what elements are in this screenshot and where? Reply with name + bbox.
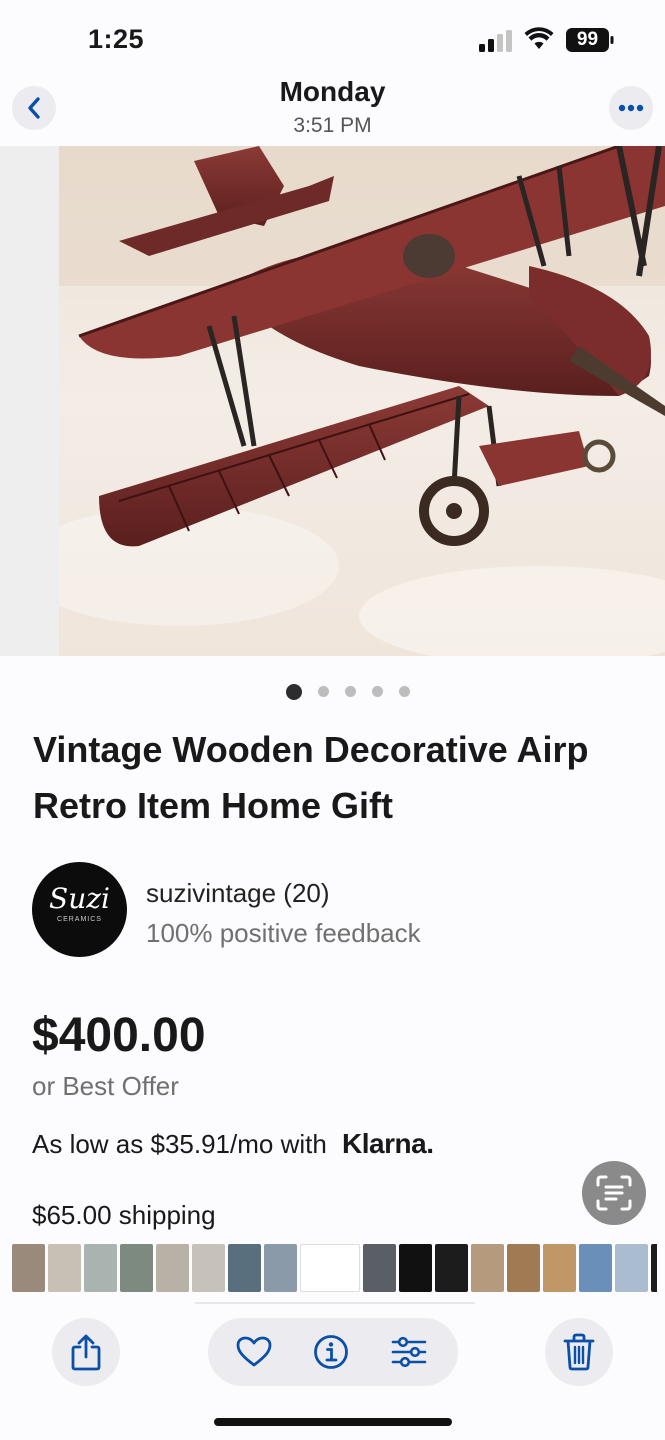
bottom-toolbar <box>0 1300 665 1410</box>
adjust-button[interactable] <box>391 1334 427 1370</box>
more-button[interactable] <box>609 86 653 130</box>
ellipsis-icon <box>618 104 644 112</box>
photo-header: Monday 3:51 PM <box>0 70 665 146</box>
klarna-text: As low as $35.91/mo with <box>32 1129 327 1159</box>
product-image[interactable] <box>0 146 665 656</box>
shipping-cost: $65.00 shipping <box>32 1200 216 1230</box>
image-pager[interactable] <box>0 684 665 700</box>
cellular-signal-icon <box>479 30 512 52</box>
thumbnail[interactable] <box>579 1244 612 1292</box>
thumbnail[interactable] <box>120 1244 153 1292</box>
pager-dot-1[interactable] <box>285 684 302 700</box>
thumbnail[interactable] <box>84 1244 117 1292</box>
status-bar: 1:25 99 <box>0 0 665 70</box>
listing-title: Vintage Wooden Decorative Airp Retro Ite… <box>33 722 665 834</box>
thumbnail[interactable] <box>507 1244 540 1292</box>
status-time: 1:25 <box>88 24 145 54</box>
heart-icon <box>236 1336 272 1367</box>
thumbnail[interactable] <box>471 1244 504 1292</box>
thumbnail[interactable] <box>156 1244 189 1292</box>
thumbnail[interactable] <box>12 1244 45 1292</box>
text-scan-icon <box>596 1175 632 1211</box>
share-button[interactable] <box>52 1318 120 1386</box>
thumbnail[interactable] <box>615 1244 648 1292</box>
thumbnail[interactable] <box>363 1244 396 1292</box>
live-text-button[interactable] <box>582 1161 646 1225</box>
avatar-logo-script: Suzi <box>49 882 110 915</box>
thumbnail-strip[interactable] <box>12 1244 657 1292</box>
price: $400.00 <box>32 1009 206 1062</box>
best-offer-label: or Best Offer <box>32 1071 179 1101</box>
sliders-icon <box>391 1336 427 1368</box>
pager-dot-2[interactable] <box>317 686 329 697</box>
thumbnail[interactable] <box>651 1244 657 1292</box>
header-title: Monday <box>279 76 386 107</box>
listing-title-line-1: Vintage Wooden Decorative Airp <box>33 729 589 770</box>
trash-icon <box>563 1333 595 1371</box>
pager-dot-5[interactable] <box>398 686 410 697</box>
battery-level: 99 <box>576 29 599 50</box>
thumbnail[interactable] <box>264 1244 297 1292</box>
thumbnail[interactable] <box>543 1244 576 1292</box>
thumbnail[interactable] <box>399 1244 432 1292</box>
action-pill <box>208 1318 458 1386</box>
wifi-icon <box>524 27 554 49</box>
pager-dot-3[interactable] <box>344 686 356 697</box>
seller-avatar[interactable]: Suzi CERAMICS <box>32 862 127 957</box>
thumbnail-current[interactable] <box>300 1244 360 1292</box>
delete-button[interactable] <box>545 1318 613 1386</box>
pager-dot-4[interactable] <box>371 686 383 697</box>
info-icon <box>314 1335 348 1369</box>
seller-feedback: 100% positive feedback <box>146 918 421 948</box>
thumbnail[interactable] <box>228 1244 261 1292</box>
info-button[interactable] <box>313 1334 349 1370</box>
avatar-logo-subtext: CERAMICS <box>57 916 102 923</box>
thumbnail[interactable] <box>48 1244 81 1292</box>
klarna-financing[interactable]: As low as $35.91/mo with Klarna. <box>32 1128 434 1160</box>
thumbnail[interactable] <box>192 1244 225 1292</box>
home-indicator[interactable] <box>214 1418 452 1426</box>
seller-name[interactable]: suzivintage (20) <box>146 878 330 909</box>
thumbnail[interactable] <box>435 1244 468 1292</box>
battery-indicator: 99 <box>566 28 614 52</box>
share-icon <box>71 1334 101 1371</box>
favorite-button[interactable] <box>236 1334 272 1370</box>
biplane-photo <box>59 146 665 656</box>
listing-title-line-2: Retro Item Home Gift <box>33 785 394 826</box>
header-subtitle: 3:51 PM <box>293 114 372 137</box>
toolbar-divider <box>195 1302 475 1304</box>
klarna-logo: Klarna. <box>342 1128 434 1159</box>
